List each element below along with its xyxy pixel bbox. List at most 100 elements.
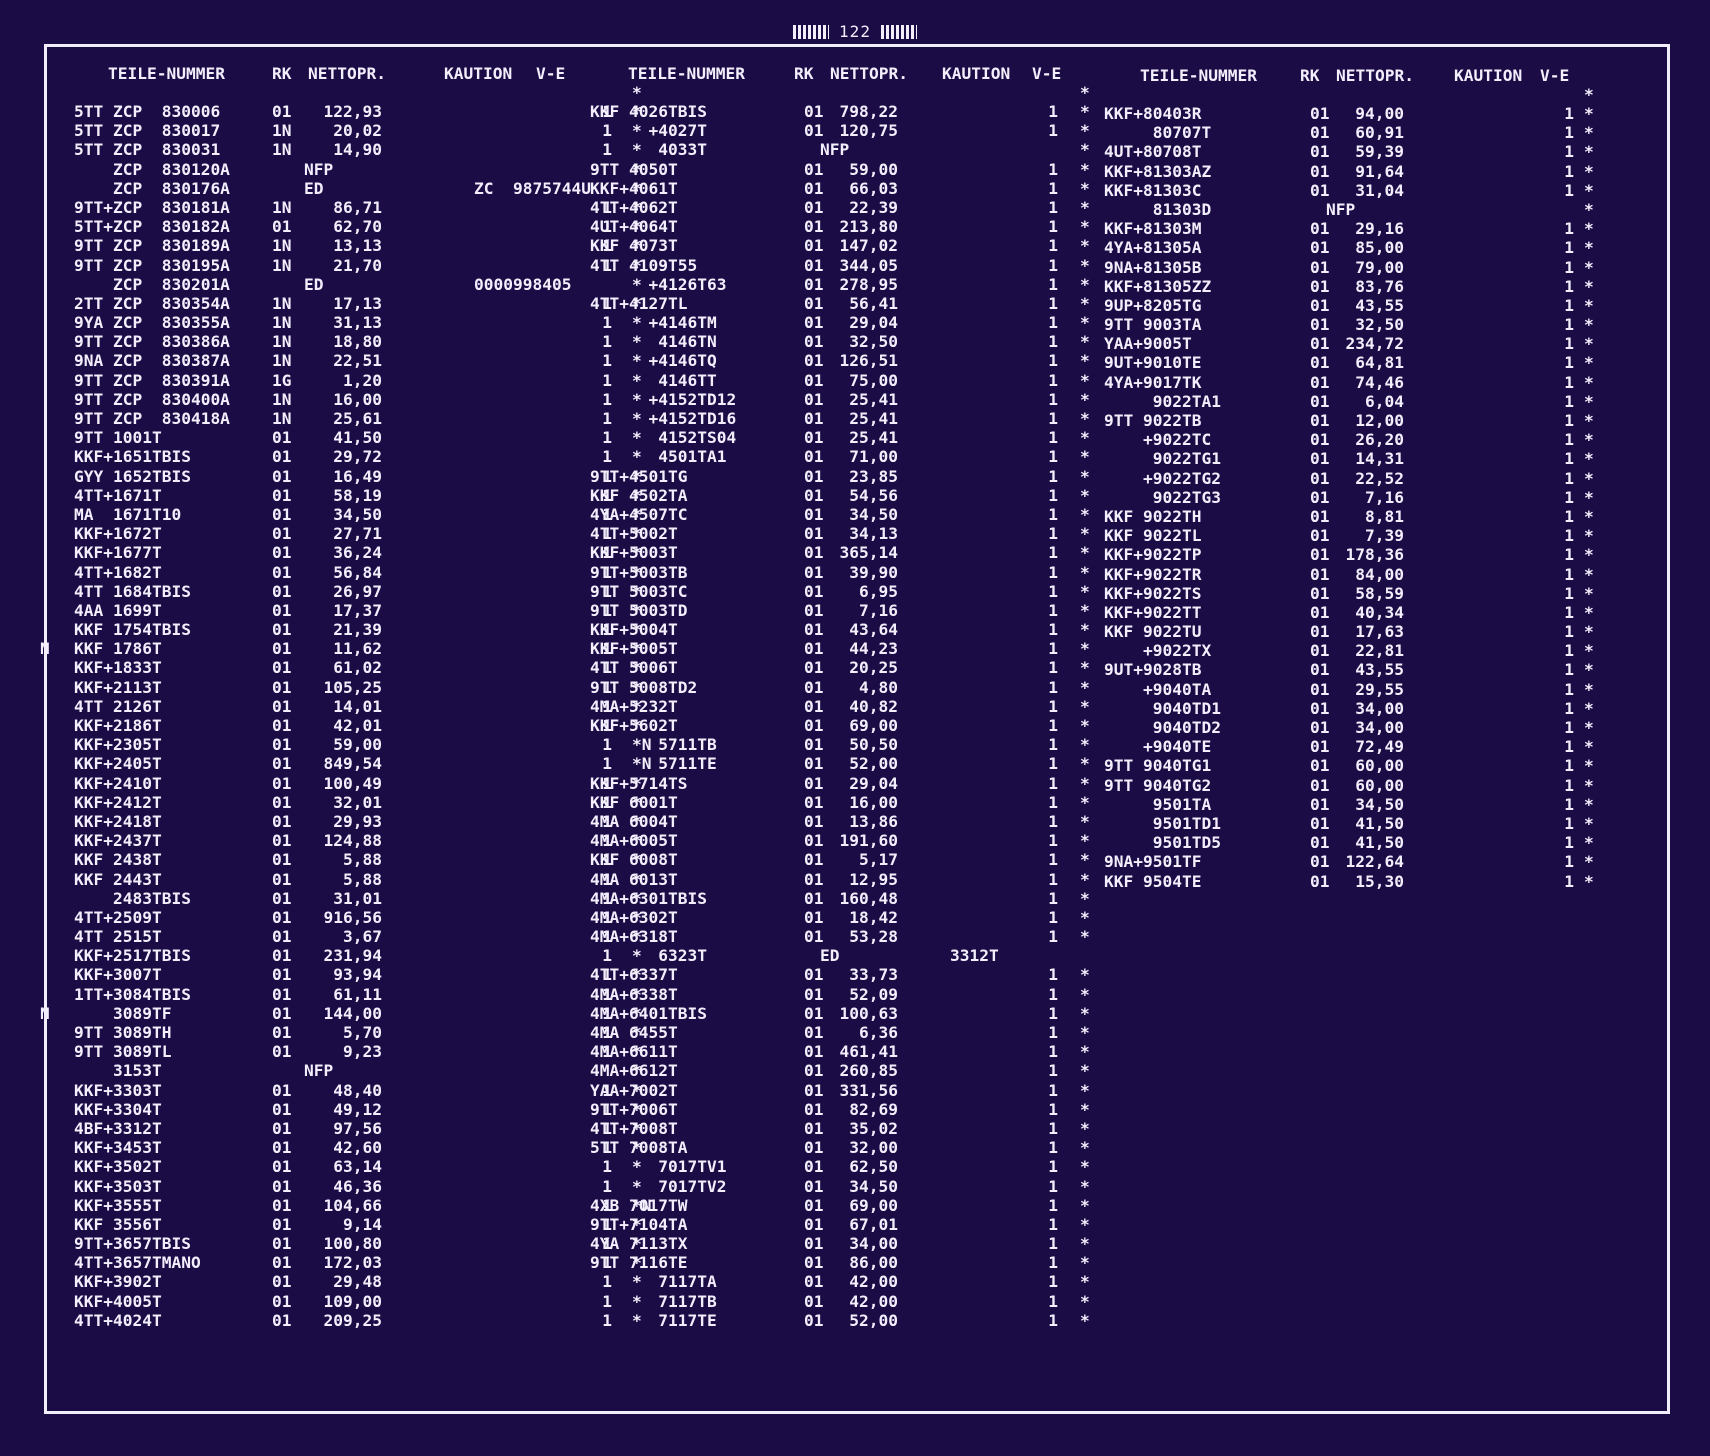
table-row: 9501TD5 01 41,50 1 * bbox=[1104, 833, 1604, 852]
net-price: 18,80 bbox=[333, 332, 382, 352]
part-number: 9022TG3 bbox=[1104, 487, 1221, 507]
star-marker: * bbox=[1584, 430, 1594, 450]
part-number: 9TT 7116TE bbox=[590, 1253, 688, 1273]
rk-code: 01 bbox=[272, 428, 292, 448]
part-number: KKF+3007T bbox=[74, 965, 162, 985]
rk-code: 01 bbox=[272, 217, 292, 237]
rk-code: 01 bbox=[272, 1080, 292, 1100]
table-row: 4TT+4062T 01 22,39 1 * bbox=[590, 198, 1100, 217]
part-number: 9TT 5003TC bbox=[590, 581, 688, 601]
rk-code: 01 bbox=[272, 696, 292, 716]
net-price: 29,16 bbox=[1355, 219, 1404, 239]
header-nettopr: NETTOPR. bbox=[308, 64, 386, 83]
ve-quantity: 1 bbox=[1048, 1099, 1058, 1119]
column-header-row: TEILE-NUMMER RK NETTOPR. KAUTION V-E bbox=[74, 64, 652, 85]
ve-quantity: 1 bbox=[1048, 255, 1058, 275]
table-row: KKF 4026TBIS 01 798,22 1 * bbox=[590, 102, 1100, 121]
rk-code: 01 bbox=[1310, 142, 1330, 162]
left-margin-mark: N bbox=[40, 1003, 50, 1023]
table-row: 4TT+4024T 01 209,25 1 * bbox=[74, 1311, 652, 1330]
part-number: 7117TB bbox=[590, 1291, 717, 1311]
net-price: 94,00 bbox=[1355, 104, 1404, 123]
rk-code: 01 bbox=[272, 1099, 292, 1119]
table-row: 9TT 9040TG1 01 60,00 1 * bbox=[1104, 756, 1604, 775]
rk-code: 01 bbox=[804, 217, 824, 237]
table-row: 4TT 1684TBIS 01 26,97 1 * bbox=[74, 582, 652, 601]
part-number: KKF+1672T bbox=[74, 524, 162, 544]
table-row: KKF 2443T 01 5,88 1 * bbox=[74, 870, 652, 889]
part-number: KKF+2410T bbox=[74, 773, 162, 793]
rk-code: 01 bbox=[272, 754, 292, 774]
star-marker: * bbox=[1080, 1310, 1090, 1330]
rk-code: 1G bbox=[272, 370, 292, 390]
net-price: 25,41 bbox=[849, 409, 898, 428]
table-row: KKF+81303C 01 31,04 1 * bbox=[1104, 181, 1604, 200]
part-number: 9TT 9040TG2 bbox=[1104, 775, 1212, 795]
rk-code: 01 bbox=[272, 447, 292, 467]
part-number: 4MA+6301TBIS bbox=[590, 888, 707, 908]
part-number: 4TT+4062T bbox=[590, 197, 678, 217]
rk-code: 01 bbox=[804, 735, 824, 755]
rk-code: 01 bbox=[804, 773, 824, 793]
rk-code: 01 bbox=[1310, 602, 1330, 622]
net-price: 26,97 bbox=[333, 581, 382, 601]
net-price: 56,84 bbox=[333, 562, 382, 582]
rk-code: 01 bbox=[804, 1214, 824, 1234]
star-marker: * bbox=[1080, 1080, 1090, 1100]
rk-code: 01 bbox=[804, 581, 824, 601]
part-number: KKF+4061T bbox=[590, 178, 678, 198]
star-marker: * bbox=[1584, 468, 1594, 488]
rk-code: 01 bbox=[1310, 660, 1330, 680]
header-kaution: KAUTION bbox=[942, 64, 1011, 83]
ve-quantity: 1 bbox=[1048, 1138, 1058, 1158]
ve-quantity: 1 bbox=[1048, 178, 1058, 198]
rk-code: 01 bbox=[272, 811, 292, 831]
part-number: 4MA+6612T bbox=[590, 1061, 678, 1081]
rk-code: 01 bbox=[272, 984, 292, 1004]
star-marker: * bbox=[1080, 351, 1090, 371]
ve-quantity: 1 bbox=[1048, 1080, 1058, 1100]
rk-code: 01 bbox=[804, 332, 824, 352]
net-price: 105,25 bbox=[323, 677, 382, 697]
table-row: +9040TA 01 29,55 1 * bbox=[1104, 680, 1604, 699]
rk-code: 01 bbox=[804, 677, 824, 697]
net-price: 849,54 bbox=[323, 754, 382, 774]
net-price: 21,70 bbox=[333, 255, 382, 275]
part-number: KKF+3304T bbox=[74, 1099, 162, 1119]
part-number: ZCP 830201A bbox=[74, 274, 230, 294]
net-price: 42,00 bbox=[849, 1272, 898, 1292]
net-price: 53,28 bbox=[849, 927, 898, 947]
net-price: 5,88 bbox=[343, 869, 382, 889]
net-price: 59,39 bbox=[1355, 142, 1404, 162]
rk-code: 01 bbox=[804, 1080, 824, 1100]
ve-quantity: 1 bbox=[1048, 1157, 1058, 1177]
star-marker: * bbox=[1080, 639, 1090, 659]
rk-code: 01 bbox=[1310, 180, 1330, 200]
rk-code: 01 bbox=[804, 1138, 824, 1158]
net-price: 75,00 bbox=[849, 370, 898, 390]
part-number: 2483TBIS bbox=[74, 888, 191, 908]
ve-quantity: 1 bbox=[1048, 888, 1058, 908]
net-price: 25,41 bbox=[849, 428, 898, 448]
net-price: 122,93 bbox=[323, 102, 382, 121]
table-row: YAA+9005T 01 234,72 1 * bbox=[1104, 334, 1604, 353]
rk-code: 01 bbox=[1310, 564, 1330, 584]
rk-code: 01 bbox=[804, 178, 824, 198]
rk-code: 01 bbox=[1310, 468, 1330, 488]
net-price: 35,02 bbox=[849, 1118, 898, 1138]
table-row: KKF+1651TBIS 01 29,72 1 * bbox=[74, 447, 652, 466]
rk-code: 01 bbox=[1310, 679, 1330, 699]
table-row: 5TT ZCP 830017 1N 20,02 1 * bbox=[74, 121, 652, 140]
net-price: 34,50 bbox=[849, 504, 898, 524]
table-row: KKF+9022TR 01 84,00 1 * bbox=[1104, 565, 1604, 584]
table-row: 4UT+4064T 01 213,80 1 * bbox=[590, 217, 1100, 236]
star-marker: * bbox=[1584, 123, 1594, 143]
table-row: KKF+1672T 01 27,71 1 * bbox=[74, 524, 652, 543]
net-price: 71,00 bbox=[849, 447, 898, 467]
part-number: 4MA 6004T bbox=[590, 811, 678, 831]
part-number: 4TT+1682T bbox=[74, 562, 162, 582]
table-row: 4TT 5006T 01 20,25 1 * bbox=[590, 658, 1100, 677]
star-marker: * bbox=[1584, 813, 1594, 833]
net-price: 34,00 bbox=[1355, 698, 1404, 718]
ve-quantity: 1 bbox=[1564, 756, 1574, 776]
